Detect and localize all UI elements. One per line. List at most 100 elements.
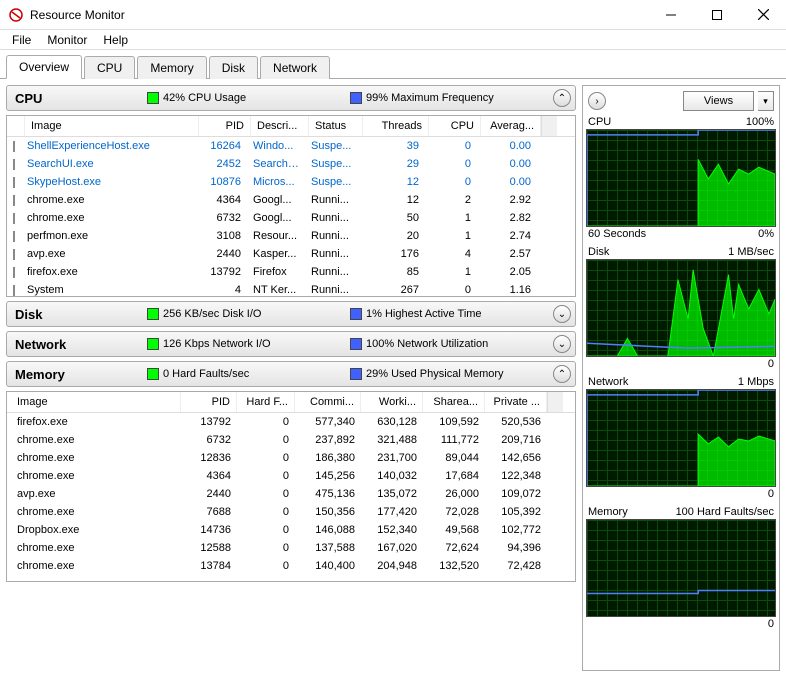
cell-avg: 2.05	[477, 265, 537, 279]
chart-title: Memory	[588, 506, 628, 518]
maximize-button[interactable]	[694, 0, 740, 30]
cell-image: chrome.exe	[7, 469, 181, 483]
minimize-button[interactable]	[648, 0, 694, 30]
views-button[interactable]: Views	[683, 91, 754, 111]
row-checkbox[interactable]	[7, 140, 21, 153]
row-checkbox[interactable]	[7, 284, 21, 297]
col-working[interactable]: Worki...	[361, 392, 423, 412]
row-checkbox[interactable]	[7, 158, 21, 171]
network-expand-button[interactable]: ⌄	[553, 335, 571, 353]
cell-cpu: 0	[425, 175, 477, 189]
cpu-table-head: Image PID Descri... Status Threads CPU A…	[7, 116, 575, 137]
cell-share: 49,568	[423, 523, 485, 537]
memory-section-header[interactable]: Memory 0 Hard Faults/sec 29% Used Physic…	[6, 361, 576, 387]
row-checkbox[interactable]	[7, 212, 21, 225]
cell-pid: 14736	[181, 523, 237, 537]
row-checkbox[interactable]	[7, 230, 21, 243]
table-row[interactable]: chrome.exe67320237,892321,488111,772209,…	[7, 431, 575, 449]
cpu-table: Image PID Descri... Status Threads CPU A…	[6, 115, 576, 297]
cpu-scrollbar[interactable]	[541, 116, 557, 136]
table-row[interactable]: avp.exe2440Kasper...Runni...17642.57	[7, 245, 575, 263]
window-title: Resource Monitor	[30, 8, 648, 22]
table-row[interactable]: SkypeHost.exe10876Micros...Suspe...1200.…	[7, 173, 575, 191]
cell-image: chrome.exe	[21, 193, 195, 207]
row-checkbox[interactable]	[7, 266, 21, 279]
cell-cpu: 0	[425, 139, 477, 153]
col-avg[interactable]: Averag...	[481, 116, 541, 136]
table-row[interactable]: chrome.exe43640145,256140,03217,684122,3…	[7, 467, 575, 485]
chart-title: CPU	[588, 116, 611, 128]
cell-pid: 2440	[195, 247, 247, 261]
disk-section-header[interactable]: Disk 256 KB/sec Disk I/O 1% Highest Acti…	[6, 301, 576, 327]
col-cpu[interactable]: CPU	[429, 116, 481, 136]
col-hardfaults[interactable]: Hard F...	[237, 392, 295, 412]
tab-disk[interactable]: Disk	[209, 56, 258, 79]
row-checkbox[interactable]	[7, 194, 21, 207]
titlebar: Resource Monitor	[0, 0, 786, 30]
cell-commit: 146,088	[295, 523, 361, 537]
network-section-header[interactable]: Network 126 Kbps Network I/O 100% Networ…	[6, 331, 576, 357]
cell-pid: 4	[195, 283, 247, 296]
col-shareable[interactable]: Sharea...	[423, 392, 485, 412]
col-pid[interactable]: PID	[199, 116, 251, 136]
cpu-section-header[interactable]: CPU 42% CPU Usage 99% Maximum Frequency …	[6, 85, 576, 111]
col-private[interactable]: Private ...	[485, 392, 547, 412]
table-row[interactable]: System4NT Ker...Runni...26701.16	[7, 281, 575, 296]
cell-hf: 0	[237, 451, 295, 465]
cell-cpu: 1	[425, 211, 477, 225]
tab-cpu[interactable]: CPU	[84, 56, 135, 79]
table-row[interactable]: ShellExperienceHost.exe16264Windo...Susp…	[7, 137, 575, 155]
tab-memory[interactable]: Memory	[137, 56, 206, 79]
col-pid[interactable]: PID	[181, 392, 237, 412]
cell-share: 17,684	[423, 469, 485, 483]
menu-file[interactable]: File	[4, 31, 39, 49]
chart-block: Memory100 Hard Faults/sec0	[586, 505, 776, 631]
table-row[interactable]: firefox.exe137920577,340630,128109,59252…	[7, 413, 575, 431]
memory-scrollbar[interactable]	[547, 392, 563, 412]
table-row[interactable]: firefox.exe13792FirefoxRunni...8512.05	[7, 263, 575, 281]
col-commit[interactable]: Commi...	[295, 392, 361, 412]
col-threads[interactable]: Threads	[363, 116, 429, 136]
table-row[interactable]: chrome.exe76880150,356177,42072,028105,3…	[7, 503, 575, 521]
table-row[interactable]: chrome.exe6732Googl...Runni...5012.82	[7, 209, 575, 227]
cell-pid: 3108	[195, 229, 247, 243]
disk-expand-button[interactable]: ⌄	[553, 305, 571, 323]
cell-commit: 150,356	[295, 505, 361, 519]
views-dropdown-button[interactable]: ▾	[758, 91, 774, 111]
table-row[interactable]: SearchUI.exe2452Search ...Suspe...2900.0…	[7, 155, 575, 173]
blue-square-icon	[350, 368, 362, 380]
menu-help[interactable]: Help	[95, 31, 136, 49]
col-desc[interactable]: Descri...	[251, 116, 309, 136]
col-image[interactable]: Image	[25, 116, 199, 136]
disk-section-name: Disk	[11, 307, 141, 322]
close-button[interactable]	[740, 0, 786, 30]
menu-monitor[interactable]: Monitor	[39, 31, 95, 49]
cell-image: chrome.exe	[7, 559, 181, 573]
table-row[interactable]: chrome.exe137840140,400204,948132,52072,…	[7, 557, 575, 575]
table-row[interactable]: chrome.exe4364Googl...Runni...1222.92	[7, 191, 575, 209]
row-checkbox[interactable]	[7, 248, 21, 261]
tab-network[interactable]: Network	[260, 56, 330, 79]
right-pane: › Views ▾ CPU100%60 Seconds0%Disk1 MB/se…	[582, 85, 780, 671]
table-row[interactable]: Dropbox.exe147360146,088152,34049,568102…	[7, 521, 575, 539]
col-status[interactable]: Status	[309, 116, 363, 136]
cell-threads: 39	[359, 139, 425, 153]
cpu-section-name: CPU	[11, 91, 141, 106]
cell-image: firefox.exe	[7, 415, 181, 429]
cell-desc: Search ...	[247, 157, 305, 171]
cell-avg: 0.00	[477, 139, 537, 153]
cpu-collapse-button[interactable]: ⌃	[553, 89, 571, 107]
table-row[interactable]: chrome.exe128360186,380231,70089,044142,…	[7, 449, 575, 467]
row-checkbox[interactable]	[7, 176, 21, 189]
cell-desc: NT Ker...	[247, 283, 305, 296]
table-row[interactable]: avp.exe24400475,136135,07226,000109,072	[7, 485, 575, 503]
tab-overview[interactable]: Overview	[6, 55, 82, 79]
right-collapse-button[interactable]: ›	[588, 92, 606, 110]
cell-pid: 2440	[181, 487, 237, 501]
cpu-stat2: 99% Maximum Frequency	[366, 92, 494, 104]
memory-collapse-button[interactable]: ⌃	[553, 365, 571, 383]
col-image[interactable]: Image	[7, 392, 181, 412]
table-row[interactable]: perfmon.exe3108Resour...Runni...2012.74	[7, 227, 575, 245]
cell-work: 135,072	[361, 487, 423, 501]
table-row[interactable]: chrome.exe125880137,588167,02072,62494,3…	[7, 539, 575, 557]
